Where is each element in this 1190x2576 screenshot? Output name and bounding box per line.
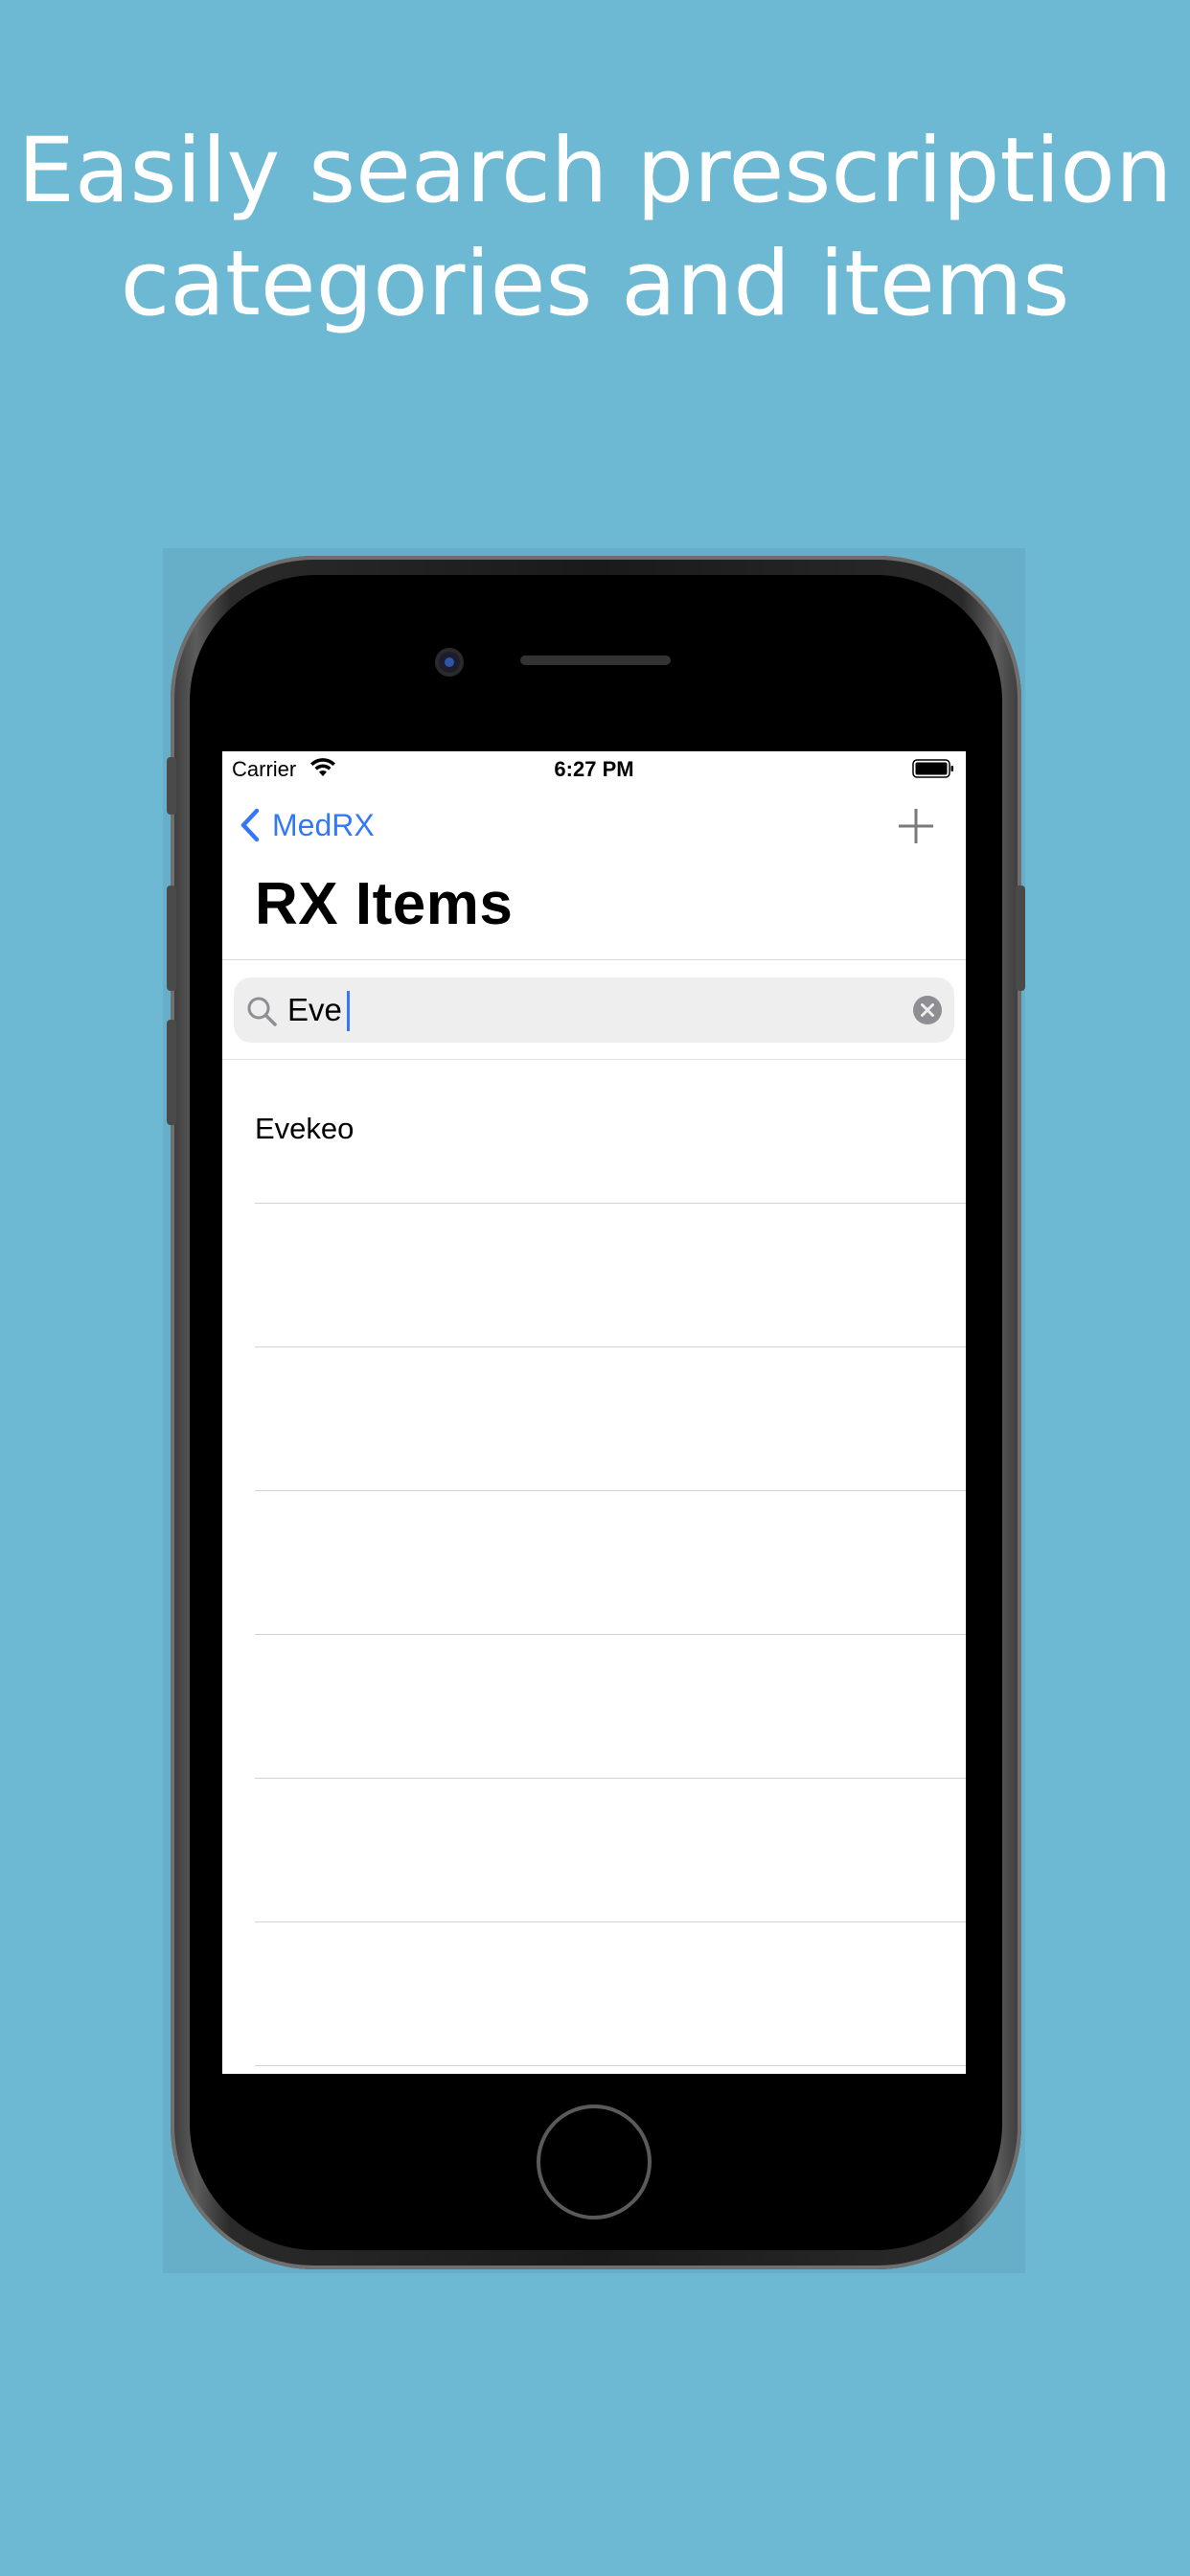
mute-switch (167, 757, 176, 815)
search-bar[interactable] (234, 978, 954, 1043)
volume-down-button (167, 1020, 176, 1125)
list-item-label: Evekeo (255, 1112, 355, 1145)
divider (222, 959, 966, 960)
plus-icon[interactable] (895, 805, 937, 847)
chevron-left-icon (240, 808, 260, 842)
clear-icon[interactable] (912, 995, 943, 1025)
list-item (222, 1922, 966, 2066)
text-cursor (347, 991, 350, 1031)
back-button[interactable]: MedRX (240, 801, 375, 849)
home-button[interactable] (537, 2104, 652, 2220)
headline-line-2: categories and items (120, 232, 1070, 336)
list-item (222, 1347, 966, 1491)
back-button-label: MedRX (272, 807, 375, 842)
navigation-bar: MedRX (222, 788, 966, 864)
search-icon (247, 997, 277, 1026)
list-item (222, 1635, 966, 1779)
page-title: RX Items (255, 871, 514, 937)
app-screen: Carrier 6:27 PM MedRX RX Items Eve Eveke… (222, 751, 966, 2074)
headline: Easily search prescription categories an… (0, 115, 1190, 341)
row-separator (255, 2065, 966, 2066)
status-time: 6:27 PM (554, 757, 634, 781)
status-bar: Carrier 6:27 PM (222, 751, 966, 788)
list-item (222, 1779, 966, 1922)
power-button (1016, 886, 1025, 991)
list-item (222, 1204, 966, 1347)
search-input[interactable] (287, 978, 881, 1043)
volume-up-button (167, 886, 176, 991)
front-camera (439, 652, 460, 673)
list-item (222, 1491, 966, 1635)
list-item[interactable]: Evekeo (222, 1060, 966, 1204)
earpiece-speaker (520, 656, 671, 665)
battery-icon (912, 759, 953, 778)
headline-line-1: Easily search prescription (17, 119, 1173, 223)
results-list: Evekeo (222, 1060, 966, 2066)
